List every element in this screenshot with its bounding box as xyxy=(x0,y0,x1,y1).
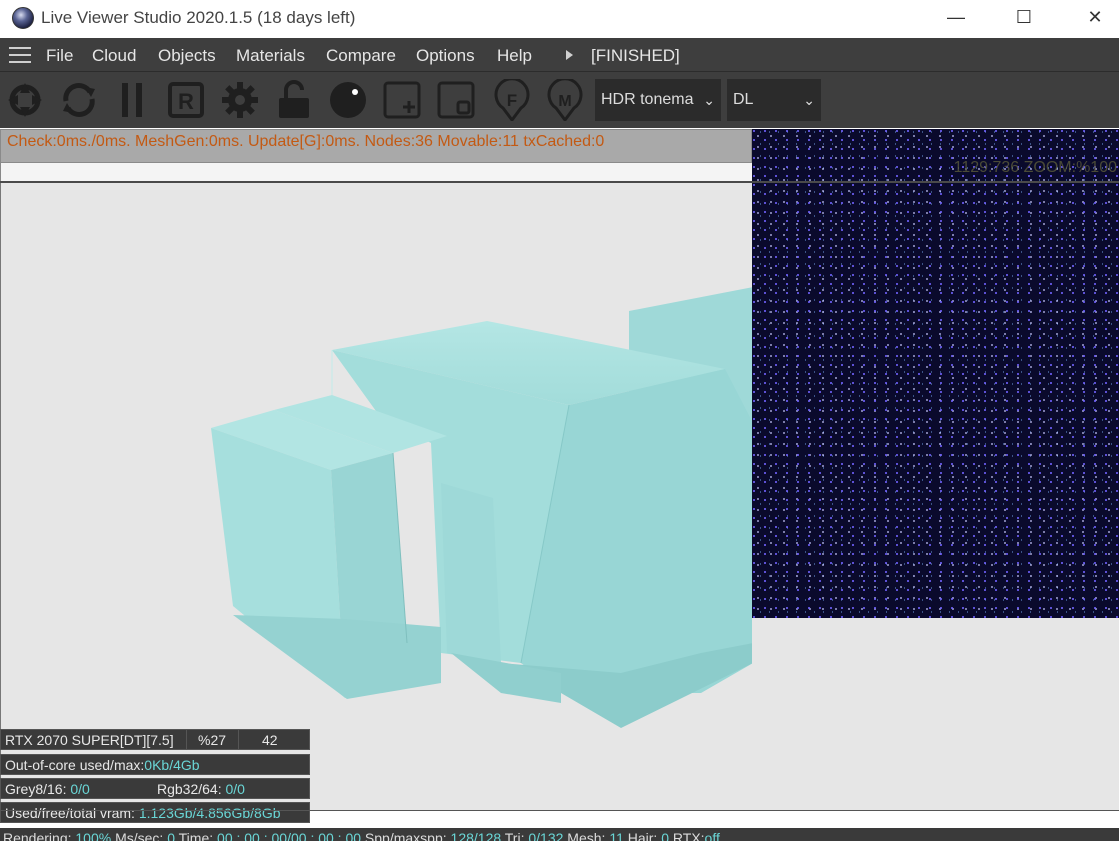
gpu-info-row: RTX 2070 SUPER[DT][7.5] %27 42 xyxy=(0,729,310,750)
menu-compare[interactable]: Compare xyxy=(326,46,396,66)
mssec-value: 0 xyxy=(167,830,176,841)
chevron-down-icon: ⌄ xyxy=(703,92,715,108)
viewport-header-strip xyxy=(0,163,752,182)
stats-bar: Check:0ms./0ms. MeshGen:0ms. Update[G]:0… xyxy=(0,129,752,163)
spp-value: 128/128 xyxy=(450,830,502,841)
toolbar: R F M HDR tonema ⌄ DL ⌄ xyxy=(0,72,1119,128)
stats-text: Check:0ms./0ms. MeshGen:0ms. Update[G]:0… xyxy=(7,133,605,150)
rgb-label: Rgb32/64: xyxy=(157,781,226,797)
window-title: Live Viewer Studio 2020.1.5 (18 days lef… xyxy=(41,8,356,27)
time-value: 00 : 00 : 00/00 : 00 : 00 xyxy=(217,830,362,841)
gpu-temp: 42 xyxy=(262,732,278,748)
title-bar: Live Viewer Studio 2020.1.5 (18 days lef… xyxy=(0,0,1119,38)
preview-panel[interactable]: 1129:736 ZOOM:%100 xyxy=(752,129,1119,618)
gpu-name: RTX 2070 SUPER[DT][7.5] xyxy=(1,730,187,749)
add-region-icon[interactable] xyxy=(380,78,424,122)
viewport-background xyxy=(752,618,1119,810)
render-viewport[interactable] xyxy=(0,183,752,810)
f-letter: F xyxy=(507,91,517,110)
menu-options[interactable]: Options xyxy=(416,46,475,66)
pause-icon[interactable] xyxy=(110,78,154,122)
render-status: [FINISHED] xyxy=(591,46,680,65)
mssec-label: Ms/sec: xyxy=(111,830,168,841)
menu-help[interactable]: Help xyxy=(497,46,532,66)
f-pin-icon[interactable]: F xyxy=(490,78,534,122)
status-text: Rendering: 100% Ms/sec: 0 Time: 00 : 00 … xyxy=(3,830,720,841)
grey-label: Grey8/16: xyxy=(5,781,71,797)
menu-bar: File Cloud Objects Materials Compare Opt… xyxy=(0,38,1119,72)
play-icon[interactable] xyxy=(566,50,573,60)
rendered-model xyxy=(211,287,752,728)
menu-file[interactable]: File xyxy=(46,46,73,66)
ooc-value: 0Kb/4Gb xyxy=(144,757,200,773)
viewport-divider xyxy=(0,181,1119,183)
sphere-icon[interactable] xyxy=(326,78,370,122)
hamburger-menu-icon[interactable] xyxy=(9,47,31,63)
m-pin-icon[interactable]: M xyxy=(543,78,587,122)
rtx-value: off xyxy=(704,830,720,841)
tri-label: Tri: xyxy=(501,830,529,841)
menu-objects[interactable]: Objects xyxy=(158,46,216,66)
mesh-value: 11 xyxy=(609,830,624,841)
bottom-divider xyxy=(0,810,1119,811)
time-label: Time: xyxy=(175,830,218,841)
kernel-select[interactable]: DL ⌄ xyxy=(727,79,821,121)
r-button-icon[interactable]: R xyxy=(164,78,208,122)
kernel-select-value: DL xyxy=(733,91,754,108)
tri-value: 0/132 xyxy=(528,830,564,841)
vram-label: Used/free/total vram: xyxy=(5,805,139,821)
gpu-usage: %27 xyxy=(194,730,239,749)
spp-label: Spp/maxspp: xyxy=(361,830,451,841)
status-bar: Rendering: 100% Ms/sec: 0 Time: 00 : 00 … xyxy=(0,828,1119,841)
region-icon[interactable] xyxy=(434,78,478,122)
refresh-icon[interactable] xyxy=(57,78,101,122)
app-logo-icon xyxy=(12,7,34,29)
ooc-label: Out-of-core used/max: xyxy=(5,757,145,773)
menu-cloud[interactable]: Cloud xyxy=(92,46,136,66)
m-letter: M xyxy=(558,93,571,110)
tonemap-select-value: HDR tonema xyxy=(601,91,694,108)
chevron-down-icon: ⌄ xyxy=(803,92,815,108)
out-of-core-row: Out-of-core used/max:0Kb/4Gb xyxy=(0,754,310,775)
tonemap-select[interactable]: HDR tonema ⌄ xyxy=(595,79,721,121)
rendering-value: 100% xyxy=(75,830,112,841)
unlock-icon[interactable] xyxy=(272,78,316,122)
r-letter: R xyxy=(178,89,194,114)
grey-value: 0/0 xyxy=(70,781,90,797)
close-button[interactable]: ✕ xyxy=(1060,0,1119,36)
menu-materials[interactable]: Materials xyxy=(236,46,305,66)
preview-caption: 1129:736 ZOOM:%100 xyxy=(953,159,1117,176)
rgb-value: 0/0 xyxy=(225,781,245,797)
hair-label: Hair: xyxy=(623,830,662,841)
hair-value: 0 xyxy=(661,830,670,841)
maximize-button[interactable]: ☐ xyxy=(989,0,1059,36)
rtx-label: RTX: xyxy=(669,830,705,841)
texture-stats-row: Grey8/16: 0/0 Rgb32/64: 0/0 xyxy=(0,778,310,799)
camera-lens-icon[interactable] xyxy=(3,78,47,122)
minimize-button[interactable]: — xyxy=(921,0,991,36)
vram-value: 1.123Gb/4.856Gb/8Gb xyxy=(138,805,281,821)
mesh-label: Mesh: xyxy=(563,830,610,841)
rendering-label: Rendering: xyxy=(3,830,76,841)
vram-row: Used/free/total vram: 1.123Gb/4.856Gb/8G… xyxy=(0,802,310,823)
gear-icon[interactable] xyxy=(218,78,262,122)
